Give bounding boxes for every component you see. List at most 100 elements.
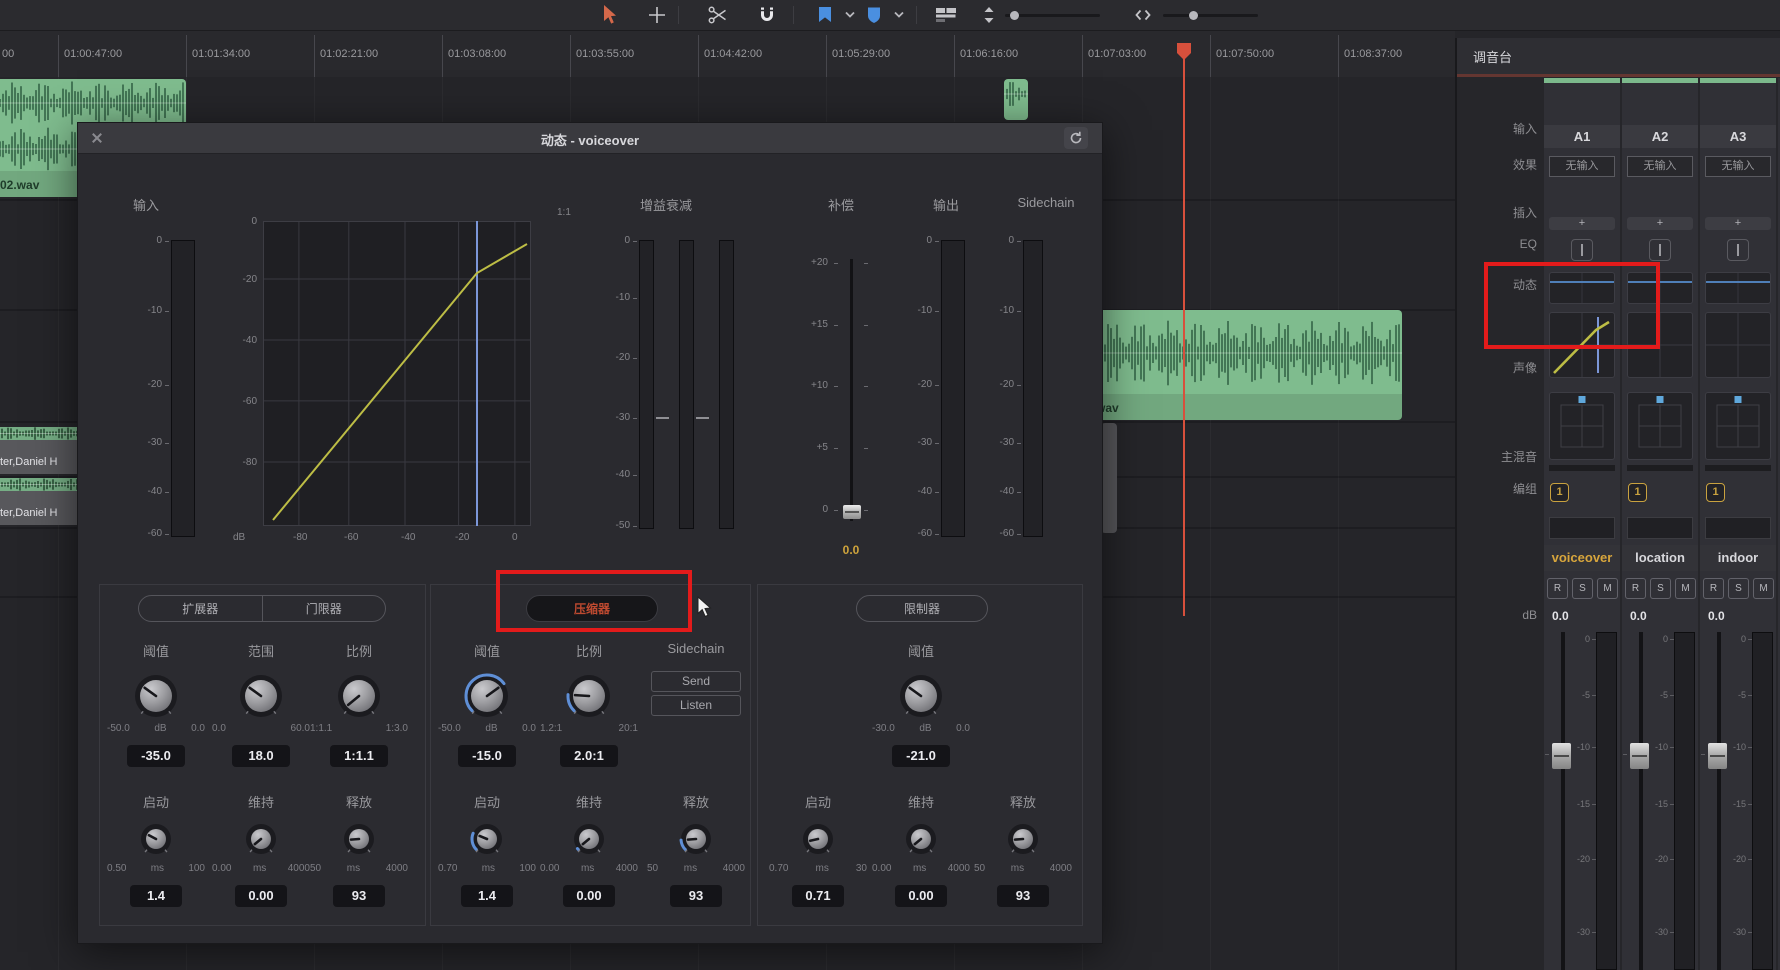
channel-header[interactable]: A3 xyxy=(1700,125,1776,148)
razor-icon[interactable] xyxy=(706,3,730,27)
trim-edit-icon[interactable] xyxy=(645,3,669,27)
knob-dial[interactable] xyxy=(468,820,506,858)
knob-value-box[interactable]: 93 xyxy=(333,885,385,907)
tab-expander[interactable]: 扩展器 xyxy=(139,600,262,617)
knob-value-box[interactable]: -35.0 xyxy=(127,745,185,767)
knob-value-box[interactable]: 1.4 xyxy=(461,885,513,907)
reset-icon[interactable] xyxy=(1064,127,1088,149)
makeup-slider-track[interactable] xyxy=(850,259,853,521)
sidechain-listen-button[interactable]: Listen xyxy=(651,695,741,716)
channel-track-name[interactable]: location xyxy=(1622,545,1698,571)
limiter-button[interactable]: 限制器 xyxy=(856,595,988,622)
channel-solo-button[interactable]: S xyxy=(1650,578,1671,599)
channel-effects-add-button[interactable]: + xyxy=(1627,217,1693,230)
channel-effects-add-button[interactable]: + xyxy=(1705,217,1771,230)
channel-dynamics-cell[interactable] xyxy=(1705,312,1771,378)
makeup-slider-handle[interactable] xyxy=(843,505,861,519)
channel-group-box[interactable] xyxy=(1705,517,1771,539)
channel-effects-add-button[interactable]: + xyxy=(1549,217,1615,230)
channel-mute-button[interactable]: M xyxy=(1753,578,1774,599)
channel-record-button[interactable]: R xyxy=(1625,578,1646,599)
knob-value-box[interactable]: -15.0 xyxy=(458,745,516,767)
playhead-marker[interactable] xyxy=(1176,42,1192,62)
channel-track-name[interactable]: voiceover xyxy=(1544,545,1620,571)
track-height-slider[interactable] xyxy=(1005,14,1100,17)
channel-fader-groove[interactable] xyxy=(1561,632,1565,970)
knob-value-box[interactable]: 18.0 xyxy=(232,745,290,767)
sidechain-send-button[interactable]: Send xyxy=(651,671,741,692)
zoom-slider-handle[interactable] xyxy=(1189,11,1198,20)
channel-header[interactable]: A2 xyxy=(1622,125,1698,148)
channel-main-bus-badge[interactable]: 1 xyxy=(1628,483,1647,502)
channel-group-box[interactable] xyxy=(1549,517,1615,539)
knob-dial[interactable] xyxy=(236,671,286,721)
channel-header[interactable]: A1 xyxy=(1544,125,1620,148)
timeline-view-options-icon[interactable] xyxy=(934,3,958,27)
channel-input-select[interactable]: 无输入 xyxy=(1627,156,1693,177)
channel-insert-button[interactable] xyxy=(1727,239,1749,261)
knob-value-box[interactable]: 0.71 xyxy=(792,885,844,907)
knob-dial[interactable] xyxy=(242,820,280,858)
marker-dropdown-chevron-icon[interactable] xyxy=(887,3,911,27)
knob-value-box[interactable]: 0.00 xyxy=(235,885,287,907)
channel-eq-cell[interactable] xyxy=(1705,272,1771,304)
channel-main-bus-badge[interactable]: 1 xyxy=(1706,483,1725,502)
channel-record-button[interactable]: R xyxy=(1703,578,1724,599)
knob-dial[interactable] xyxy=(564,671,614,721)
knob-dial[interactable] xyxy=(462,671,512,721)
channel-pan-cell[interactable] xyxy=(1549,392,1615,460)
tab-gate[interactable]: 门限器 xyxy=(263,600,386,617)
audio-clip[interactable]: 2_02.wav xyxy=(1060,310,1402,420)
knob-value-box[interactable]: 1:1.1 xyxy=(330,745,388,767)
knob-value-box[interactable]: 2.0:1 xyxy=(560,745,618,767)
dialog-titlebar[interactable]: 动态 - voiceover xyxy=(78,123,1102,154)
knob-value-box[interactable]: 1.4 xyxy=(130,885,182,907)
audio-clip-fragment[interactable] xyxy=(1004,79,1028,120)
knob-dial[interactable] xyxy=(896,671,946,721)
dynamics-graph[interactable] xyxy=(263,221,531,526)
playhead[interactable] xyxy=(1183,44,1185,616)
knob-value-box[interactable]: -21.0 xyxy=(892,745,950,767)
channel-mute-button[interactable]: M xyxy=(1597,578,1618,599)
zoom-fit-icon[interactable] xyxy=(1131,3,1155,27)
knob-dial[interactable] xyxy=(570,820,608,858)
zoom-slider[interactable] xyxy=(1163,14,1258,17)
channel-fader-groove[interactable] xyxy=(1639,632,1643,970)
clip-fragment[interactable] xyxy=(1101,423,1117,533)
channel-solo-button[interactable]: S xyxy=(1572,578,1593,599)
knob-value-box[interactable]: 0.00 xyxy=(895,885,947,907)
flag-dropdown-chevron-icon[interactable] xyxy=(838,3,862,27)
selection-cursor-icon[interactable] xyxy=(598,3,622,27)
knob-dial[interactable] xyxy=(340,820,378,858)
channel-pan-cell[interactable] xyxy=(1627,392,1693,460)
channel-pan-cell[interactable] xyxy=(1705,392,1771,460)
channel-group-box[interactable] xyxy=(1627,517,1693,539)
timeline-ruler[interactable]: 0001:00:47:0001:01:34:0001:02:21:0001:03… xyxy=(0,31,1455,78)
knob-dial[interactable] xyxy=(799,820,837,858)
channel-fader-handle[interactable] xyxy=(1630,743,1649,769)
channel-fader-handle[interactable] xyxy=(1708,743,1727,769)
channel-main-bus-badge[interactable]: 1 xyxy=(1550,483,1569,502)
knob-value-box[interactable]: 0.00 xyxy=(563,885,615,907)
knob-dial[interactable] xyxy=(902,820,940,858)
channel-input-select[interactable]: 无输入 xyxy=(1549,156,1615,177)
channel-solo-button[interactable]: S xyxy=(1728,578,1749,599)
track-height-icon[interactable] xyxy=(977,3,1001,27)
knob-dial[interactable] xyxy=(677,820,715,858)
channel-insert-button[interactable] xyxy=(1649,239,1671,261)
channel-fader-groove[interactable] xyxy=(1717,632,1721,970)
flag-icon[interactable] xyxy=(813,3,837,27)
knob-dial[interactable] xyxy=(1004,820,1042,858)
snapping-magnet-icon[interactable] xyxy=(755,3,779,27)
knob-value-box[interactable]: 93 xyxy=(997,885,1049,907)
knob-value-box[interactable]: 93 xyxy=(670,885,722,907)
channel-insert-button[interactable] xyxy=(1571,239,1593,261)
channel-fader-handle[interactable] xyxy=(1552,743,1571,769)
channel-record-button[interactable]: R xyxy=(1547,578,1568,599)
channel-mute-button[interactable]: M xyxy=(1675,578,1696,599)
channel-input-select[interactable]: 无输入 xyxy=(1705,156,1771,177)
track-height-slider-handle[interactable] xyxy=(1010,11,1019,20)
knob-dial[interactable] xyxy=(137,820,175,858)
channel-track-name[interactable]: indoor xyxy=(1700,545,1776,571)
knob-dial[interactable] xyxy=(334,671,384,721)
